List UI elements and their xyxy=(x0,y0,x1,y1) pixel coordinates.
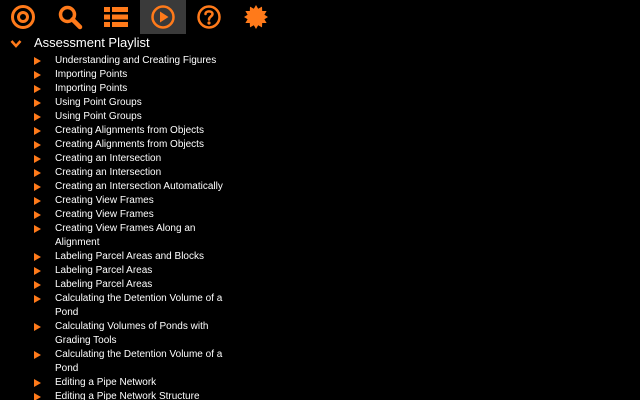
target-button[interactable] xyxy=(0,0,46,34)
playlist-header[interactable]: Assessment Playlist xyxy=(0,34,640,52)
search-button[interactable] xyxy=(47,0,93,34)
playlist-item[interactable]: Creating View Frames xyxy=(0,208,225,222)
playlist-item-label: Understanding and Creating Figures xyxy=(55,55,217,66)
playlist-item[interactable]: Creating an Intersection xyxy=(0,166,225,180)
playlist-item[interactable]: Editing a Pipe Network Structure xyxy=(0,390,225,400)
playlist-item-label: Editing a Pipe Network Structure xyxy=(55,391,200,400)
play-triangle-icon xyxy=(34,141,41,149)
play-triangle-icon xyxy=(34,57,41,65)
playlist-item-label: Labeling Parcel Areas xyxy=(55,265,153,276)
play-triangle-icon xyxy=(34,267,41,275)
play-triangle-icon xyxy=(34,85,41,93)
playlist-item-label: Labeling Parcel Areas and Blocks xyxy=(55,251,204,262)
playlist-item[interactable]: Editing a Pipe Network xyxy=(0,376,225,390)
playlist-item[interactable]: Creating Alignments from Objects xyxy=(0,138,225,152)
playlist-item-label: Importing Points xyxy=(55,83,128,94)
list-icon xyxy=(104,7,128,27)
playlist-item[interactable]: Creating an Intersection xyxy=(0,152,225,166)
playlist-item-label: Creating Alignments from Objects xyxy=(55,139,204,150)
playlist-item-label: Creating an Intersection xyxy=(55,167,162,178)
help-button[interactable] xyxy=(186,0,232,34)
playlist-item-label: Using Point Groups xyxy=(55,111,142,122)
playlist-item[interactable]: Labeling Parcel Areas xyxy=(0,278,225,292)
playlist-item[interactable]: Calculating the Detention Volume of a Po… xyxy=(0,348,225,376)
play-triangle-icon xyxy=(34,351,41,359)
target-icon xyxy=(11,5,35,29)
playlist-item[interactable]: Calculating Volumes of Ponds with Gradin… xyxy=(0,320,225,348)
playlist-item[interactable]: Using Point Groups xyxy=(0,96,225,110)
playlist-item-label: Importing Points xyxy=(55,69,128,80)
playlist-item[interactable]: Creating View Frames xyxy=(0,194,225,208)
play-triangle-icon xyxy=(34,71,41,79)
play-triangle-icon xyxy=(34,323,41,331)
settings-icon xyxy=(244,5,268,29)
playlist-item-label: Creating View Frames xyxy=(55,209,154,220)
playlist-item-label: Editing a Pipe Network xyxy=(55,377,157,388)
play-triangle-icon xyxy=(34,113,41,121)
playlist-item-label: Using Point Groups xyxy=(55,97,142,108)
play-triangle-icon xyxy=(34,393,41,400)
play-triangle-icon xyxy=(34,379,41,387)
play-icon xyxy=(151,5,175,29)
playlist-item[interactable]: Creating View Frames Along an Alignment xyxy=(0,222,225,250)
playlist-item[interactable]: Importing Points xyxy=(0,82,225,96)
playlist-item[interactable]: Labeling Parcel Areas xyxy=(0,264,225,278)
play-triangle-icon xyxy=(34,99,41,107)
playlist-item[interactable]: Using Point Groups xyxy=(0,110,225,124)
playlist-item-label: Creating an Intersection xyxy=(55,153,162,164)
playlist-item-label: Creating View Frames xyxy=(55,195,154,206)
playlist-item-label: Calculating the Detention Volume of a Po… xyxy=(55,349,223,374)
playlist-item[interactable]: Understanding and Creating Figures xyxy=(0,54,225,68)
play-triangle-icon xyxy=(34,225,41,233)
play-triangle-icon xyxy=(34,211,41,219)
play-triangle-icon xyxy=(34,155,41,163)
play-triangle-icon xyxy=(34,281,41,289)
playlist-item-label: Creating View Frames Along an Alignment xyxy=(55,223,196,248)
playlist-title: Assessment Playlist xyxy=(34,35,150,50)
play-triangle-icon xyxy=(34,197,41,205)
play-triangle-icon xyxy=(34,127,41,135)
playlist-item-label: Labeling Parcel Areas xyxy=(55,279,153,290)
playlist-item[interactable]: Calculating the Detention Volume of a Po… xyxy=(0,292,225,320)
play-triangle-icon xyxy=(34,183,41,191)
playlist-item-label: Creating Alignments from Objects xyxy=(55,125,204,136)
help-icon xyxy=(197,5,221,29)
playlist-item-label: Calculating the Detention Volume of a Po… xyxy=(55,293,223,318)
playlist-item[interactable]: Importing Points xyxy=(0,68,225,82)
search-icon xyxy=(58,5,83,30)
play-triangle-icon xyxy=(34,169,41,177)
toolbar xyxy=(0,0,640,34)
playlist-item-label: Calculating Volumes of Ponds with Gradin… xyxy=(55,321,209,346)
play-button[interactable] xyxy=(140,0,186,34)
list-button[interactable] xyxy=(93,0,139,34)
chevron-down-icon xyxy=(10,40,22,48)
playlist-item-label: Creating an Intersection Automatically xyxy=(55,181,223,192)
play-triangle-icon xyxy=(34,295,41,303)
settings-button[interactable] xyxy=(233,0,279,34)
play-triangle-icon xyxy=(34,253,41,261)
playlist-item[interactable]: Creating Alignments from Objects xyxy=(0,124,225,138)
playlist-item[interactable]: Labeling Parcel Areas and Blocks xyxy=(0,250,225,264)
playlist-item[interactable]: Creating an Intersection Automatically xyxy=(0,180,225,194)
playlist-items: Understanding and Creating Figures Import… xyxy=(0,54,640,400)
